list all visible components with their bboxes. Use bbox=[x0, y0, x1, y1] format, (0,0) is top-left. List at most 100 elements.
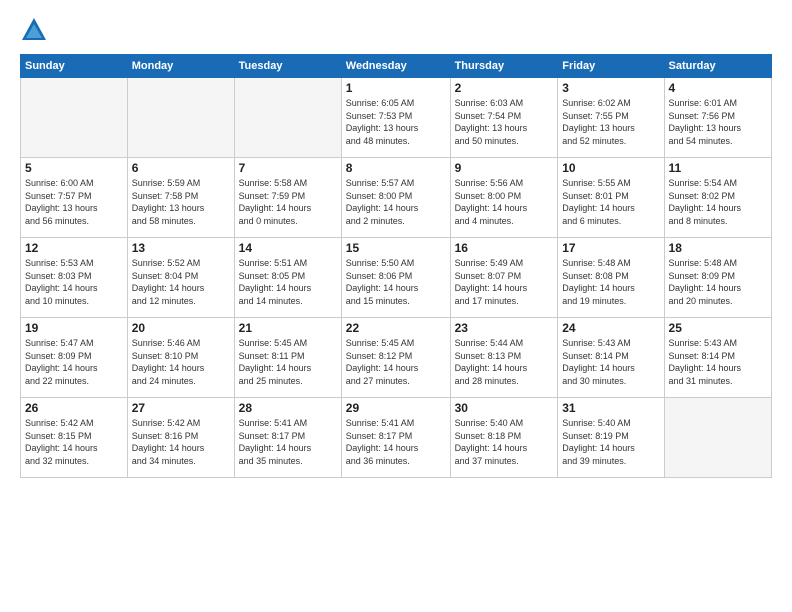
calendar-cell: 18 Sunrise: 5:48 AMSunset: 8:09 PMDayligh… bbox=[664, 238, 771, 318]
calendar-cell: 24 Sunrise: 5:43 AMSunset: 8:14 PMDayligh… bbox=[558, 318, 664, 398]
calendar-cell: 27 Sunrise: 5:42 AMSunset: 8:16 PMDayligh… bbox=[127, 398, 234, 478]
calendar-cell: 26 Sunrise: 5:42 AMSunset: 8:15 PMDayligh… bbox=[21, 398, 128, 478]
day-info: Sunrise: 5:50 AMSunset: 8:06 PMDaylight:… bbox=[346, 257, 446, 307]
day-number: 31 bbox=[562, 401, 659, 415]
day-number: 4 bbox=[669, 81, 767, 95]
day-number: 26 bbox=[25, 401, 123, 415]
calendar-cell: 7Sunrise: 5:58 AMSunset: 7:59 PMDaylight… bbox=[234, 158, 341, 238]
calendar-cell: 1Sunrise: 6:05 AMSunset: 7:53 PMDaylight… bbox=[341, 78, 450, 158]
day-info: Sunrise: 5:49 AMSunset: 8:07 PMDaylight:… bbox=[455, 257, 554, 307]
day-number: 15 bbox=[346, 241, 446, 255]
calendar-header-sunday: Sunday bbox=[21, 55, 128, 78]
day-info: Sunrise: 6:01 AMSunset: 7:56 PMDaylight:… bbox=[669, 97, 767, 147]
calendar-cell: 17 Sunrise: 5:48 AMSunset: 8:08 PMDayligh… bbox=[558, 238, 664, 318]
calendar-cell: 28 Sunrise: 5:41 AMSunset: 8:17 PMDayligh… bbox=[234, 398, 341, 478]
calendar-header-monday: Monday bbox=[127, 55, 234, 78]
header bbox=[20, 16, 772, 44]
day-number: 3 bbox=[562, 81, 659, 95]
day-number: 21 bbox=[239, 321, 337, 335]
day-info: Sunrise: 5:42 AMSunset: 8:15 PMDaylight:… bbox=[25, 417, 123, 467]
day-info: Sunrise: 5:40 AMSunset: 8:18 PMDaylight:… bbox=[455, 417, 554, 467]
day-info: Sunrise: 5:48 AMSunset: 8:08 PMDaylight:… bbox=[562, 257, 659, 307]
calendar-cell: 31 Sunrise: 5:40 AMSunset: 8:19 PMDayligh… bbox=[558, 398, 664, 478]
day-info: Sunrise: 5:54 AMSunset: 8:02 PMDaylight:… bbox=[669, 177, 767, 227]
day-info: Sunrise: 5:55 AMSunset: 8:01 PMDaylight:… bbox=[562, 177, 659, 227]
calendar-cell bbox=[234, 78, 341, 158]
day-info: Sunrise: 5:48 AMSunset: 8:09 PMDaylight:… bbox=[669, 257, 767, 307]
day-number: 19 bbox=[25, 321, 123, 335]
day-info: Sunrise: 5:43 AMSunset: 8:14 PMDaylight:… bbox=[562, 337, 659, 387]
day-number: 8 bbox=[346, 161, 446, 175]
day-number: 25 bbox=[669, 321, 767, 335]
calendar-cell: 14 Sunrise: 5:51 AMSunset: 8:05 PMDayligh… bbox=[234, 238, 341, 318]
calendar-week-row: 1Sunrise: 6:05 AMSunset: 7:53 PMDaylight… bbox=[21, 78, 772, 158]
day-info: Sunrise: 5:41 AMSunset: 8:17 PMDaylight:… bbox=[239, 417, 337, 467]
day-number: 28 bbox=[239, 401, 337, 415]
day-number: 30 bbox=[455, 401, 554, 415]
day-info: Sunrise: 5:45 AMSunset: 8:12 PMDaylight:… bbox=[346, 337, 446, 387]
day-number: 20 bbox=[132, 321, 230, 335]
logo bbox=[20, 16, 52, 44]
calendar-week-row: 5Sunrise: 6:00 AMSunset: 7:57 PMDaylight… bbox=[21, 158, 772, 238]
day-number: 16 bbox=[455, 241, 554, 255]
day-info: Sunrise: 5:51 AMSunset: 8:05 PMDaylight:… bbox=[239, 257, 337, 307]
calendar-cell: 19 Sunrise: 5:47 AMSunset: 8:09 PMDayligh… bbox=[21, 318, 128, 398]
day-number: 18 bbox=[669, 241, 767, 255]
calendar-cell: 25Sunrise: 5:43 AMSunset: 8:14 PMDayligh… bbox=[664, 318, 771, 398]
day-number: 5 bbox=[25, 161, 123, 175]
day-info: Sunrise: 5:47 AMSunset: 8:09 PMDaylight:… bbox=[25, 337, 123, 387]
day-info: Sunrise: 5:44 AMSunset: 8:13 PMDaylight:… bbox=[455, 337, 554, 387]
day-info: Sunrise: 5:46 AMSunset: 8:10 PMDaylight:… bbox=[132, 337, 230, 387]
logo-icon bbox=[20, 16, 48, 44]
day-number: 23 bbox=[455, 321, 554, 335]
day-info: Sunrise: 5:59 AMSunset: 7:58 PMDaylight:… bbox=[132, 177, 230, 227]
day-info: Sunrise: 5:52 AMSunset: 8:04 PMDaylight:… bbox=[132, 257, 230, 307]
calendar-cell: 5Sunrise: 6:00 AMSunset: 7:57 PMDaylight… bbox=[21, 158, 128, 238]
day-number: 10 bbox=[562, 161, 659, 175]
calendar-cell: 4 Sunrise: 6:01 AMSunset: 7:56 PMDaylight… bbox=[664, 78, 771, 158]
calendar-cell: 3Sunrise: 6:02 AMSunset: 7:55 PMDaylight… bbox=[558, 78, 664, 158]
calendar-header-thursday: Thursday bbox=[450, 55, 558, 78]
day-info: Sunrise: 6:03 AMSunset: 7:54 PMDaylight:… bbox=[455, 97, 554, 147]
day-info: Sunrise: 5:53 AMSunset: 8:03 PMDaylight:… bbox=[25, 257, 123, 307]
page: SundayMondayTuesdayWednesdayThursdayFrid… bbox=[0, 0, 792, 612]
day-info: Sunrise: 5:45 AMSunset: 8:11 PMDaylight:… bbox=[239, 337, 337, 387]
day-number: 22 bbox=[346, 321, 446, 335]
day-info: Sunrise: 5:40 AMSunset: 8:19 PMDaylight:… bbox=[562, 417, 659, 467]
calendar-week-row: 12Sunrise: 5:53 AMSunset: 8:03 PMDayligh… bbox=[21, 238, 772, 318]
calendar-cell: 22 Sunrise: 5:45 AMSunset: 8:12 PMDayligh… bbox=[341, 318, 450, 398]
calendar-cell: 20 Sunrise: 5:46 AMSunset: 8:10 PMDayligh… bbox=[127, 318, 234, 398]
calendar-cell: 29 Sunrise: 5:41 AMSunset: 8:17 PMDayligh… bbox=[341, 398, 450, 478]
calendar-cell: 12Sunrise: 5:53 AMSunset: 8:03 PMDayligh… bbox=[21, 238, 128, 318]
day-number: 14 bbox=[239, 241, 337, 255]
calendar: SundayMondayTuesdayWednesdayThursdayFrid… bbox=[20, 54, 772, 478]
calendar-cell: 8 Sunrise: 5:57 AMSunset: 8:00 PMDaylight… bbox=[341, 158, 450, 238]
calendar-header-row: SundayMondayTuesdayWednesdayThursdayFrid… bbox=[21, 55, 772, 78]
calendar-cell: 15 Sunrise: 5:50 AMSunset: 8:06 PMDayligh… bbox=[341, 238, 450, 318]
day-info: Sunrise: 5:42 AMSunset: 8:16 PMDaylight:… bbox=[132, 417, 230, 467]
calendar-cell bbox=[21, 78, 128, 158]
day-number: 17 bbox=[562, 241, 659, 255]
calendar-header-wednesday: Wednesday bbox=[341, 55, 450, 78]
day-number: 1 bbox=[346, 81, 446, 95]
day-number: 13 bbox=[132, 241, 230, 255]
day-info: Sunrise: 5:58 AMSunset: 7:59 PMDaylight:… bbox=[239, 177, 337, 227]
day-number: 24 bbox=[562, 321, 659, 335]
day-number: 27 bbox=[132, 401, 230, 415]
calendar-cell: 9 Sunrise: 5:56 AMSunset: 8:00 PMDaylight… bbox=[450, 158, 558, 238]
day-number: 6 bbox=[132, 161, 230, 175]
day-info: Sunrise: 5:57 AMSunset: 8:00 PMDaylight:… bbox=[346, 177, 446, 227]
day-number: 29 bbox=[346, 401, 446, 415]
calendar-cell bbox=[664, 398, 771, 478]
calendar-cell: 2Sunrise: 6:03 AMSunset: 7:54 PMDaylight… bbox=[450, 78, 558, 158]
day-info: Sunrise: 5:56 AMSunset: 8:00 PMDaylight:… bbox=[455, 177, 554, 227]
calendar-cell: 30 Sunrise: 5:40 AMSunset: 8:18 PMDayligh… bbox=[450, 398, 558, 478]
calendar-header-saturday: Saturday bbox=[664, 55, 771, 78]
day-number: 11 bbox=[669, 161, 767, 175]
calendar-cell bbox=[127, 78, 234, 158]
calendar-cell: 21 Sunrise: 5:45 AMSunset: 8:11 PMDayligh… bbox=[234, 318, 341, 398]
day-number: 9 bbox=[455, 161, 554, 175]
calendar-header-friday: Friday bbox=[558, 55, 664, 78]
calendar-week-row: 19 Sunrise: 5:47 AMSunset: 8:09 PMDayligh… bbox=[21, 318, 772, 398]
day-info: Sunrise: 5:41 AMSunset: 8:17 PMDaylight:… bbox=[346, 417, 446, 467]
